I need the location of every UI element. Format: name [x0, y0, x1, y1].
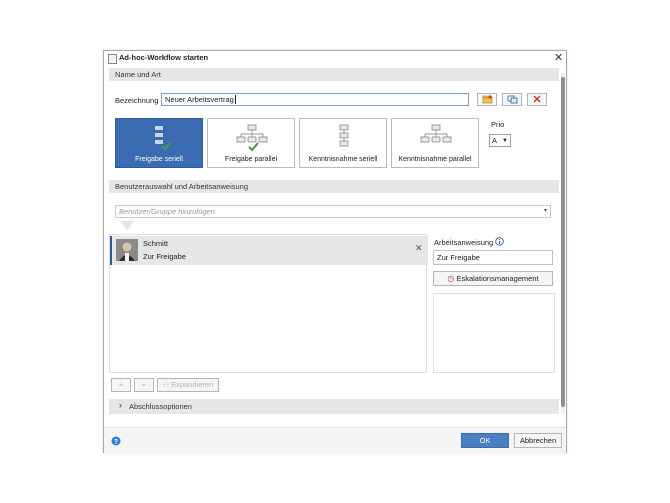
prio-value: A: [492, 136, 498, 145]
prio-select[interactable]: A ▼: [489, 134, 511, 147]
instruction-label: Arbeitsanweisung: [434, 238, 494, 247]
close-icon[interactable]: ✕: [554, 51, 563, 64]
add-user-button[interactable]: +: [111, 378, 131, 392]
serial-acknowledge-icon: [339, 124, 349, 147]
type-card-acknowledge-parallel[interactable]: Kenntnisnahme parallel: [391, 118, 479, 168]
user-name: Schmitt: [143, 239, 169, 248]
user-list-item[interactable]: Schmitt Zur Freigabe ✕: [110, 236, 428, 265]
section-title: Abschlussoptionen: [129, 402, 192, 411]
name-input-value: Neuer Arbeitsvertrag: [165, 95, 234, 104]
pointer-arrow: [121, 221, 133, 231]
type-card-label: Kenntnisnahme parallel: [398, 156, 472, 163]
scrollbar-thumb[interactable]: [561, 77, 565, 407]
svg-text:?: ?: [114, 439, 118, 446]
title-bar: Ad-hoc-Workflow starten ✕: [104, 51, 566, 66]
expand-button[interactable]: ⚇ Expandieren: [157, 378, 219, 392]
help-icon[interactable]: ?: [111, 436, 121, 446]
type-card-label: Kenntnisnahme seriell: [308, 156, 378, 163]
parallel-acknowledge-icon: [420, 124, 452, 143]
stopwatch-icon: ◷: [447, 274, 455, 283]
type-card-label: Freigabe parallel: [224, 156, 278, 163]
cancel-button[interactable]: Abbrechen: [514, 433, 562, 448]
open-template-button[interactable]: [477, 93, 497, 106]
info-icon[interactable]: [495, 237, 504, 246]
workflow-dialog: Ad-hoc-Workflow starten ✕ Name und Art B…: [103, 50, 567, 453]
window-title: Ad-hoc-Workflow starten: [119, 53, 209, 62]
ok-button[interactable]: OK: [461, 433, 509, 448]
type-card-approval-parallel[interactable]: Freigabe parallel: [207, 118, 295, 168]
add-group-button[interactable]: +: [134, 378, 154, 392]
type-card-approval-serial[interactable]: Freigabe seriell: [115, 118, 203, 168]
instruction-detail-panel: [433, 293, 555, 373]
folder-icon: [482, 95, 493, 104]
serial-flow-icon: [155, 126, 171, 151]
delete-template-button[interactable]: [527, 93, 547, 106]
add-user-placeholder: Benutzer/Gruppe hinzufügen: [119, 207, 215, 216]
copy-template-button[interactable]: [502, 93, 522, 106]
remove-user-icon[interactable]: ✕: [415, 243, 423, 254]
section-name-and-type: Name und Art: [109, 68, 559, 81]
instruction-input[interactable]: Zur Freigabe: [433, 250, 553, 265]
name-label: Bezeichnung: [115, 96, 159, 105]
section-title: Benutzerauswahl und Arbeitsanweisung: [115, 182, 249, 191]
type-card-acknowledge-serial[interactable]: Kenntnisnahme seriell: [299, 118, 387, 168]
name-input[interactable]: Neuer Arbeitsvertrag: [161, 93, 469, 106]
chevron-right-icon: ›: [119, 400, 122, 410]
dialog-footer: ? OK Abbrechen: [104, 427, 566, 453]
group-icon: ⚇: [162, 382, 170, 389]
escalation-label: Eskalationsmanagement: [456, 274, 539, 283]
parallel-flow-icon: [236, 124, 268, 152]
user-list-panel: Schmitt Zur Freigabe ✕: [109, 234, 428, 373]
add-user-input[interactable]: Benutzer/Gruppe hinzufügen ▾: [115, 205, 551, 218]
avatar: [116, 239, 138, 261]
plus-icon: +: [118, 380, 124, 389]
expand-label: Expandieren: [171, 380, 214, 389]
section-title: Name und Art: [115, 70, 161, 79]
section-user-selection: Benutzerauswahl und Arbeitsanweisung: [109, 180, 559, 193]
delete-icon: [533, 95, 541, 103]
user-task: Zur Freigabe: [143, 252, 186, 261]
escalation-button[interactable]: ◷ Eskalationsmanagement: [433, 271, 553, 286]
section-completion-options[interactable]: › Abschlussoptionen: [109, 399, 559, 414]
copy-icon: [507, 95, 518, 104]
chevron-down-icon: ▼: [502, 138, 508, 144]
type-card-label: Freigabe seriell: [135, 156, 183, 163]
window-icon: [108, 54, 117, 64]
prio-label: Prio: [491, 120, 505, 129]
chevron-down-icon: ▾: [543, 208, 547, 214]
plus-icon: +: [141, 380, 147, 389]
